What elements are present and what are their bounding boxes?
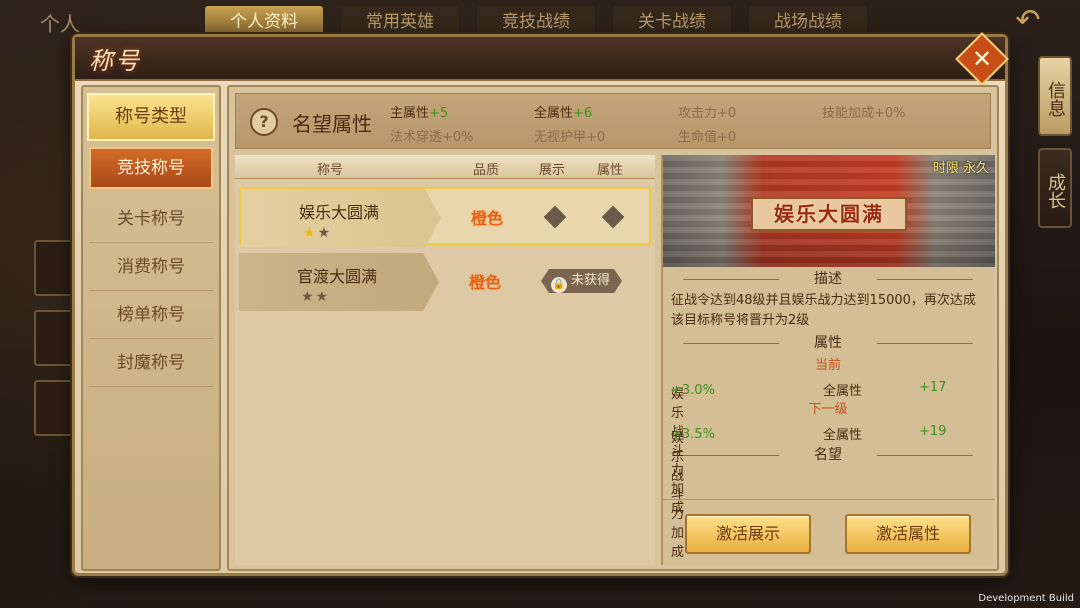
title-quality: 橙色 [469,273,502,292]
display-diamond-icon[interactable] [543,205,567,229]
fame-stat: 全属性+6 [534,106,593,121]
desc-section-title: 描述 [663,267,993,291]
activate-attr-button[interactable]: 激活属性 [845,514,971,554]
current-attrs: 娱乐战斗力加成 +3.0% 全属性 +17 [671,380,947,516]
col-title: 称号 [317,163,344,178]
equipment-slot[interactable] [34,310,74,366]
close-icon: ✕ [971,44,993,73]
title-row[interactable]: 官渡大圆满 ★★ 橙色 🔒 未获得 [239,253,651,311]
dialog-title: 称号 [89,47,141,75]
category-menu: 称号类型 竞技称号 关卡称号 消费称号 榜单称号 封魔称号 [81,85,221,571]
category-consume[interactable]: 消费称号 [89,243,213,291]
banner-title-name: 娱乐大圆满 [751,197,907,231]
fame-stat: 法术穿透+0% [390,130,474,145]
fame-stat: 攻击力+0 [678,106,737,121]
fame-section-title: 名望 [663,443,993,467]
fame-attributes-bar: ? 名望属性 主属性+5 全属性+6 攻击力+0 技能加成+0% 法术穿透+0%… [235,93,991,149]
attr-diamond-icon[interactable] [601,205,625,229]
title-name: 官渡大圆满 [297,267,378,286]
action-buttons: 激活展示 激活属性 [663,499,995,559]
category-ranking[interactable]: 榜单称号 [89,291,213,339]
category-arena[interactable]: 竞技称号 [89,147,213,189]
lock-icon: 🔒 [551,277,567,293]
side-button-info[interactable]: 信息 [1038,56,1072,136]
back-arrow-icon[interactable]: ↶ [1006,4,1050,38]
title-quality: 橙色 [471,209,504,228]
question-icon[interactable]: ? [250,108,278,136]
time-limit: 时限 永久 [932,161,989,176]
star-rating: ★★ [301,289,330,305]
dialog-header: 称号 ✕ [75,32,1009,86]
star-rating: ★★ [303,225,332,241]
title-dialog: 称号 ✕ 称号类型 竞技称号 关卡称号 消费称号 榜单称号 封魔称号 ? 名望属… [72,32,1009,576]
fame-stat: 生命值+0 [678,130,737,145]
title-name: 娱乐大圆满 [299,203,380,222]
not-obtained-badge: 🔒 未获得 [541,269,622,293]
dev-build-label: Development Build [978,593,1074,604]
next-attrs: 娱乐战斗力加成 +3.5% 全属性 +19 [671,424,947,560]
star-icon: ★ [303,225,318,241]
equipment-slot[interactable] [34,240,74,296]
title-banner: 娱乐大圆满 时限 永久 [663,155,995,267]
activate-display-button[interactable]: 激活展示 [685,514,811,554]
title-table: 称号 品质 展示 属性 娱乐大圆满 ★★ 橙色 官渡大圆满 ★★ 橙色 🔒 未获得 [235,155,655,565]
side-button-growth[interactable]: 成长 [1038,148,1072,228]
category-demon-seal[interactable]: 封魔称号 [89,339,213,387]
col-display: 展示 [539,163,566,178]
star-icon: ★ [317,225,333,241]
table-header: 称号 品质 展示 属性 [235,155,655,179]
attr-section-title: 属性 [663,331,993,355]
fame-stat: 技能加成+0% [822,106,906,121]
category-header: 称号类型 [87,93,215,141]
left-equipment-slots [34,240,74,450]
title-description: 征战令达到48级并且娱乐战力达到15000，再次达成该目标称号将晋升为2级 [671,293,976,328]
fame-stat: 无视护甲+0 [534,130,606,145]
close-button[interactable]: ✕ [955,32,1009,86]
fame-stat: 主属性+5 [390,106,449,121]
star-icon: ★ [315,289,331,305]
fame-label: 名望属性 [292,112,372,136]
next-level-label: 下一级 [808,402,848,417]
top-left-label: 个人 [40,12,80,36]
col-quality: 品质 [473,163,500,178]
main-panel: ? 名望属性 主属性+5 全属性+6 攻击力+0 技能加成+0% 法术穿透+0%… [227,85,999,571]
category-stage[interactable]: 关卡称号 [89,195,213,243]
star-icon: ★ [301,289,316,305]
col-attr: 属性 [597,163,624,178]
equipment-slot[interactable] [34,380,74,436]
current-label: 当前 [814,358,841,373]
title-row[interactable]: 娱乐大圆满 ★★ 橙色 [239,187,651,247]
title-detail-panel: 娱乐大圆满 时限 永久 描述 征战令达到48级并且娱乐战力达到15000，再次达… [661,155,995,565]
